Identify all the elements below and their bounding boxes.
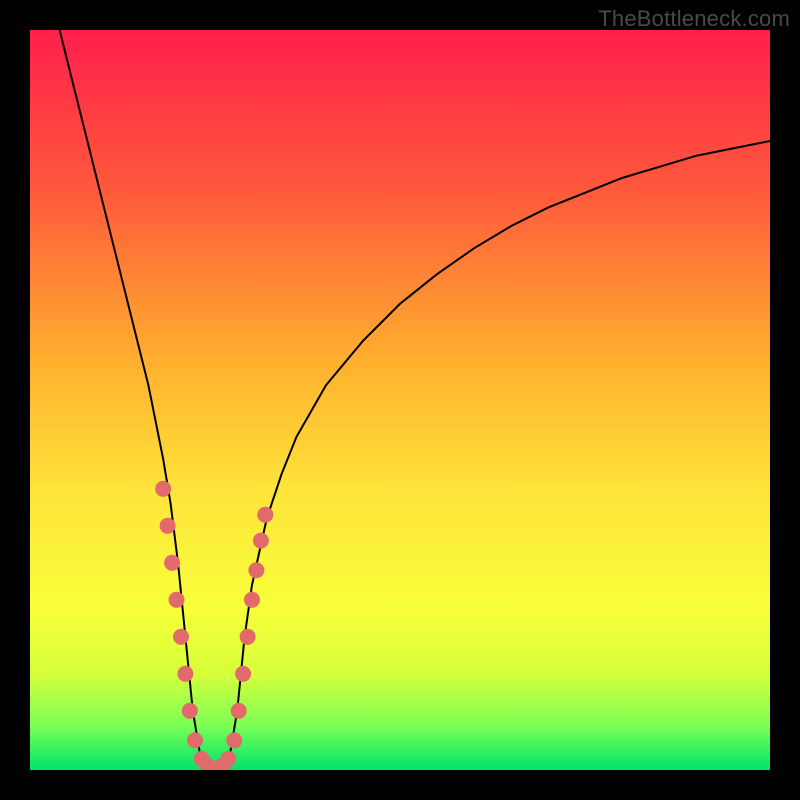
bottleneck-curve [60, 30, 770, 770]
curve-marker [231, 703, 247, 719]
curve-marker [240, 629, 256, 645]
curve-marker [253, 533, 269, 549]
curve-marker [257, 507, 273, 523]
curve-marker [226, 732, 242, 748]
curve-marker [182, 703, 198, 719]
curve-marker [235, 666, 251, 682]
plot-area [30, 30, 770, 770]
marker-group [155, 481, 273, 770]
curve-marker [160, 518, 176, 534]
curve-marker [248, 562, 264, 578]
curve-marker [187, 732, 203, 748]
curve-marker [173, 629, 189, 645]
curve-layer [30, 30, 770, 770]
curve-marker [220, 751, 236, 767]
curve-marker [244, 592, 260, 608]
curve-marker [169, 592, 185, 608]
curve-marker [177, 666, 193, 682]
chart-frame: TheBottleneck.com [0, 0, 800, 800]
watermark-text: TheBottleneck.com [598, 6, 790, 32]
curve-marker [155, 481, 171, 497]
curve-marker [164, 555, 180, 571]
